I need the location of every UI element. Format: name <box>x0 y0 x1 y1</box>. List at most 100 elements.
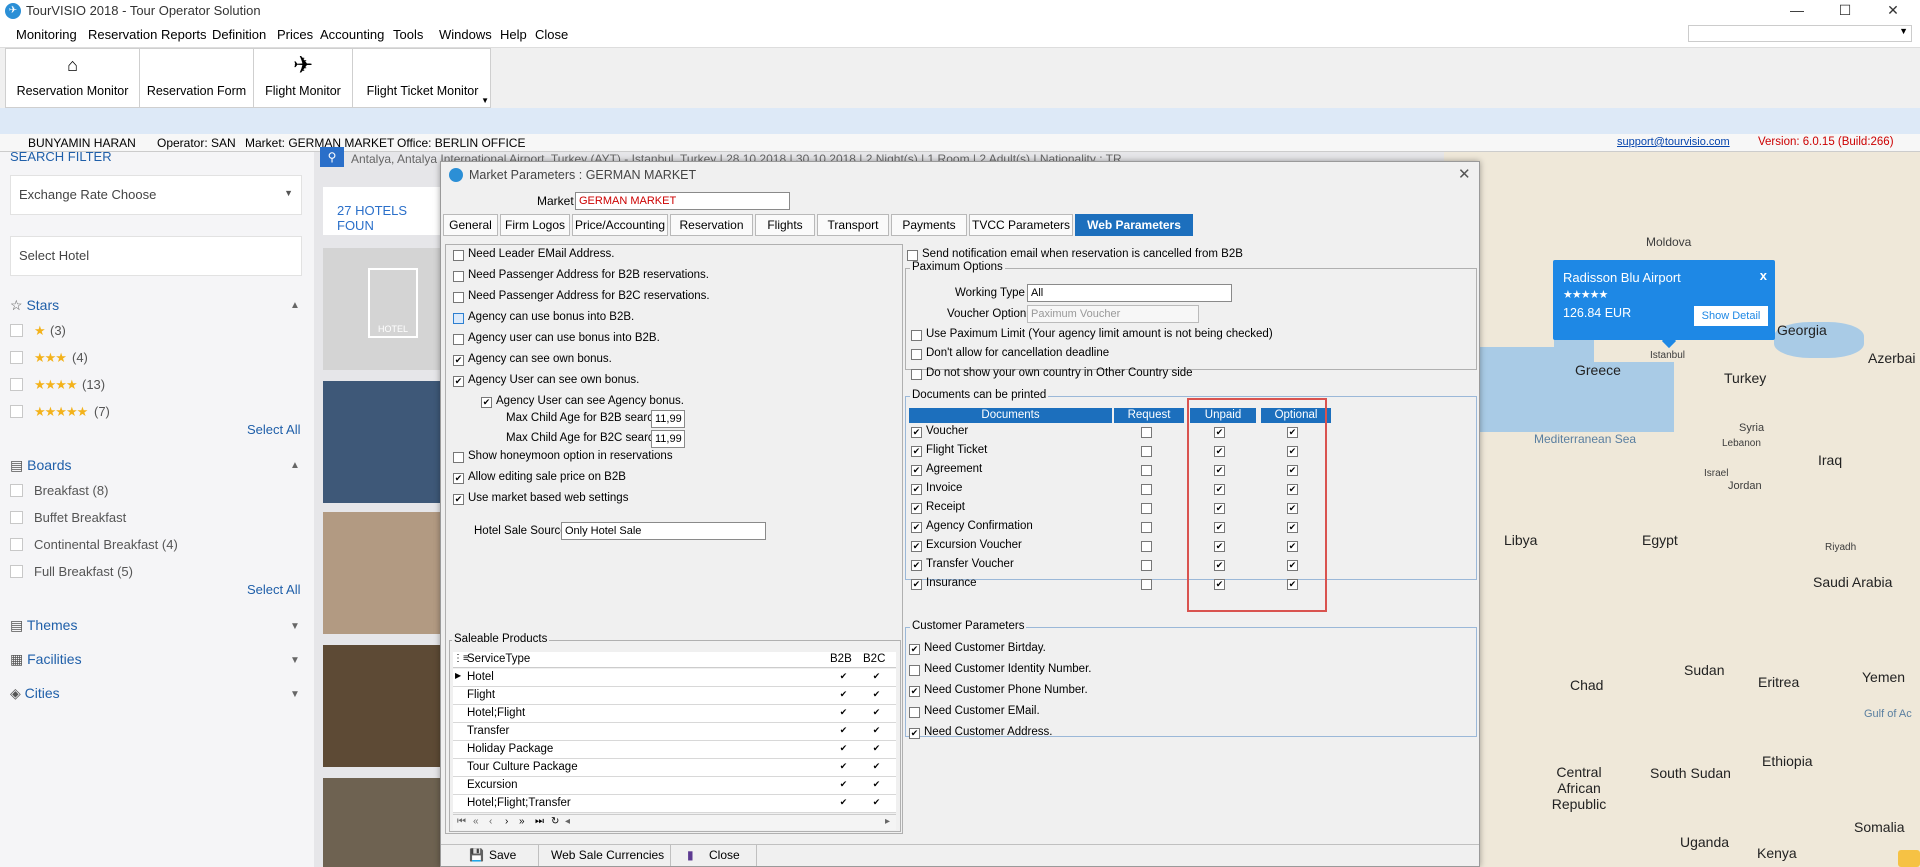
passenger-address-b2c-checkbox[interactable] <box>453 292 464 303</box>
menu-reservation[interactable]: Reservation <box>88 27 157 42</box>
search-icon[interactable]: ⚲ <box>320 147 344 167</box>
flight-ticket-monitor-button[interactable]: Flight Ticket Monitor ▼ <box>353 49 492 107</box>
save-button[interactable]: 💾 Save <box>459 845 539 866</box>
tab-web-parameters[interactable]: Web Parameters <box>1075 214 1193 236</box>
dialog-close-icon[interactable]: ✕ <box>1458 165 1471 183</box>
market-web-settings-checkbox[interactable] <box>453 494 464 505</box>
select-hotel-input[interactable]: Select Hotel <box>10 236 302 276</box>
b2b-checkbox[interactable] <box>838 690 849 701</box>
saleable-row-excursion[interactable]: Excursion <box>453 777 896 795</box>
menu-prices[interactable]: Prices <box>277 27 313 42</box>
max-child-b2c-input[interactable]: 11,99 <box>651 430 685 448</box>
tab-reservation[interactable]: Reservation <box>670 214 753 236</box>
saleable-row-holiday-package[interactable]: Holiday Package <box>453 741 896 759</box>
menu-help[interactable]: Help <box>500 27 527 42</box>
cancel-deadline-checkbox[interactable] <box>911 349 922 360</box>
own-country-checkbox[interactable] <box>911 369 922 380</box>
b2c-checkbox[interactable] <box>871 780 882 791</box>
saleable-row-hotel[interactable]: ▶ Hotel <box>453 669 896 687</box>
maximize-icon[interactable]: ☐ <box>1822 0 1868 22</box>
customer-address-checkbox[interactable] <box>909 728 920 739</box>
themes-section-header[interactable]: ▤ Themes <box>10 617 77 634</box>
hotel-photo[interactable] <box>323 645 453 767</box>
menu-accounting[interactable]: Accounting <box>320 27 384 42</box>
close-window-icon[interactable]: ✕ <box>1870 0 1916 22</box>
notify-cancel-checkbox[interactable] <box>907 250 918 261</box>
b2b-checkbox[interactable] <box>838 780 849 791</box>
agency-user-agency-bonus-checkbox[interactable] <box>481 397 492 408</box>
paximum-limit-checkbox[interactable] <box>911 330 922 341</box>
web-sale-currencies-button[interactable]: Web Sale Currencies <box>545 845 671 866</box>
b2c-checkbox[interactable] <box>871 744 882 755</box>
hotel-placeholder-image[interactable]: HOTEL <box>323 248 453 370</box>
exchange-rate-dropdown[interactable]: Exchange Rate Choose ▼ <box>10 175 302 215</box>
saleable-row-flight[interactable]: Flight <box>453 687 896 705</box>
minimize-icon[interactable]: — <box>1774 0 1820 22</box>
expand-down-icon[interactable]: ▼ <box>290 655 300 666</box>
expand-down-icon[interactable]: ▼ <box>290 689 300 700</box>
hotel-photo[interactable] <box>323 512 453 634</box>
menu-close[interactable]: Close <box>535 27 568 42</box>
max-child-b2b-input[interactable]: 11,99 <box>651 410 685 428</box>
reservation-form-button[interactable]: Reservation Form <box>140 49 254 107</box>
saleable-row-transfer[interactable]: Transfer <box>453 723 896 741</box>
saleable-row-hotel-flight[interactable]: Hotel;Flight <box>453 705 896 723</box>
b2c-checkbox[interactable] <box>871 798 882 809</box>
tab-firm-logos[interactable]: Firm Logos <box>500 214 570 236</box>
quick-search-combo[interactable]: ▼ <box>1688 25 1912 42</box>
passenger-address-b2b-checkbox[interactable] <box>453 271 464 282</box>
hotel-photo[interactable] <box>323 778 453 867</box>
leader-email-checkbox[interactable] <box>453 250 464 261</box>
expand-down-icon[interactable]: ▼ <box>290 621 300 632</box>
tab-tvcc-parameters[interactable]: TVCC Parameters <box>969 214 1073 236</box>
tab-general[interactable]: General <box>443 214 498 236</box>
b2b-checkbox[interactable] <box>838 798 849 809</box>
stars-section-header[interactable]: ☆ Stars <box>10 297 59 314</box>
cities-section-header[interactable]: ◈ Cities <box>10 685 60 702</box>
edit-sale-price-checkbox[interactable] <box>453 473 464 484</box>
nav-next-page-icon[interactable]: » <box>519 816 525 827</box>
b2c-checkbox[interactable] <box>871 726 882 737</box>
customer-phone-checkbox[interactable] <box>909 686 920 697</box>
honeymoon-checkbox[interactable] <box>453 452 464 463</box>
agency-user-see-bonus-checkbox[interactable] <box>453 376 464 387</box>
voucher-option-input[interactable]: Paximum Voucher <box>1027 305 1199 323</box>
agency-see-bonus-checkbox[interactable] <box>453 355 464 366</box>
street-view-icon[interactable] <box>1898 850 1920 867</box>
popup-close-icon[interactable]: x <box>1760 268 1767 283</box>
customer-birthday-checkbox[interactable] <box>909 644 920 655</box>
b2b-checkbox[interactable] <box>838 726 849 737</box>
agency-user-bonus-b2b-checkbox[interactable] <box>453 334 464 345</box>
nav-last-icon[interactable]: ⏭ <box>535 816 544 827</box>
nav-prev-page-icon[interactable]: « <box>473 816 479 827</box>
saleable-row-tour-culture[interactable]: Tour Culture Package <box>453 759 896 777</box>
boards-select-all-link[interactable]: Select All <box>247 582 300 597</box>
menu-windows[interactable]: Windows <box>439 27 492 42</box>
b2c-checkbox[interactable] <box>871 672 882 683</box>
stars-select-all-link[interactable]: Select All <box>247 422 300 437</box>
b2c-checkbox[interactable] <box>871 690 882 701</box>
support-link[interactable]: support@tourvisio.com <box>1617 136 1730 148</box>
tab-flights[interactable]: Flights <box>755 214 815 236</box>
tab-price-accounting[interactable]: Price/Accounting <box>572 214 668 236</box>
scroll-left-icon[interactable]: ◂ <box>565 816 570 827</box>
menu-reports[interactable]: Reports <box>161 27 207 42</box>
nav-first-icon[interactable]: ⏮ <box>457 816 466 827</box>
reservation-monitor-button[interactable]: ⌂ Reservation Monitor <box>6 49 140 107</box>
hotel-sale-source-input[interactable]: Only Hotel Sale <box>561 522 766 540</box>
customer-identity-checkbox[interactable] <box>909 665 920 676</box>
collapse-up-icon[interactable]: ▲ <box>290 300 300 311</box>
menu-tools[interactable]: Tools <box>393 27 423 42</box>
collapse-up-icon[interactable]: ▲ <box>290 460 300 471</box>
nav-refresh-icon[interactable]: ↻ <box>551 816 559 827</box>
b2b-checkbox[interactable] <box>838 762 849 773</box>
tab-transport[interactable]: Transport <box>817 214 889 236</box>
b2c-checkbox[interactable] <box>871 762 882 773</box>
b2b-checkbox[interactable] <box>838 708 849 719</box>
flight-monitor-button[interactable]: ✈ Flight Monitor <box>254 49 353 107</box>
working-type-input[interactable]: All <box>1027 284 1232 302</box>
show-detail-button[interactable]: Show Detail <box>1694 306 1768 326</box>
nav-prev-icon[interactable]: ‹ <box>489 816 492 827</box>
toolbar-overflow-icon[interactable]: ▼ <box>481 96 489 105</box>
b2c-checkbox[interactable] <box>871 708 882 719</box>
